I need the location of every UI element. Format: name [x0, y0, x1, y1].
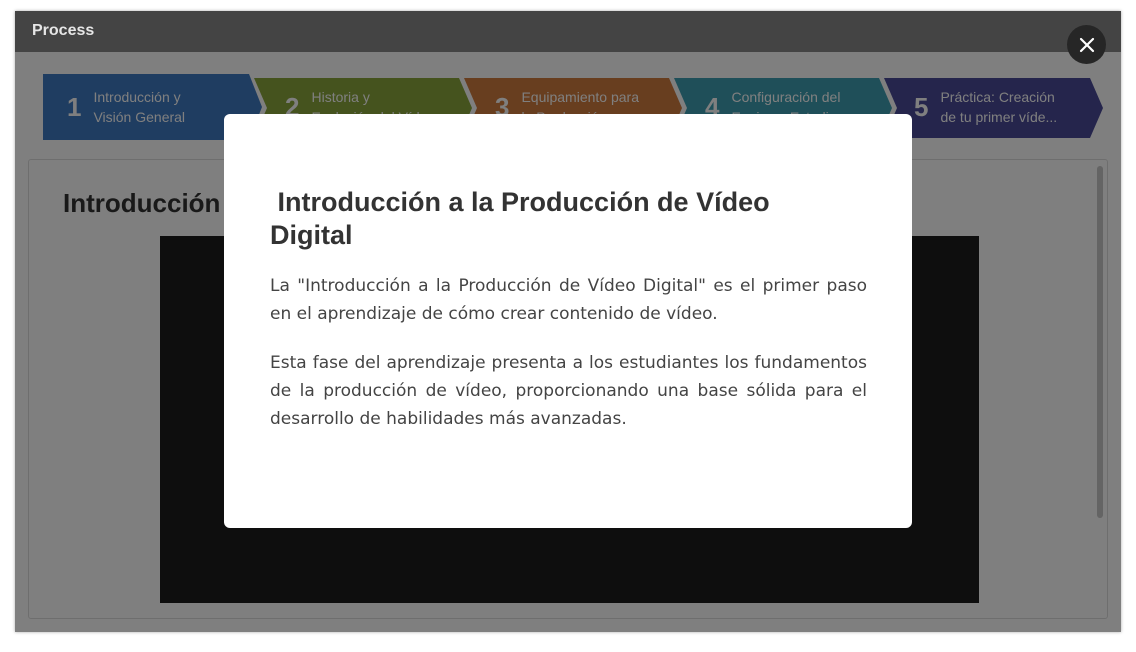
modal-paragraph-2: Esta fase del aprendizaje presenta a los…: [270, 353, 867, 429]
title-bar: Process: [15, 11, 1121, 52]
close-button[interactable]: [1067, 25, 1106, 64]
close-icon: [1079, 37, 1094, 52]
modal-body: La "Introducción a la Producción de Víde…: [270, 272, 867, 454]
modal-title: Introducción a la Producción de Vídeo Di…: [270, 187, 770, 250]
window-title: Process: [32, 22, 95, 39]
modal-paragraph-1: La "Introducción a la Producción de Víde…: [270, 276, 867, 324]
info-modal: Introducción a la Producción de Vídeo Di…: [224, 114, 912, 528]
